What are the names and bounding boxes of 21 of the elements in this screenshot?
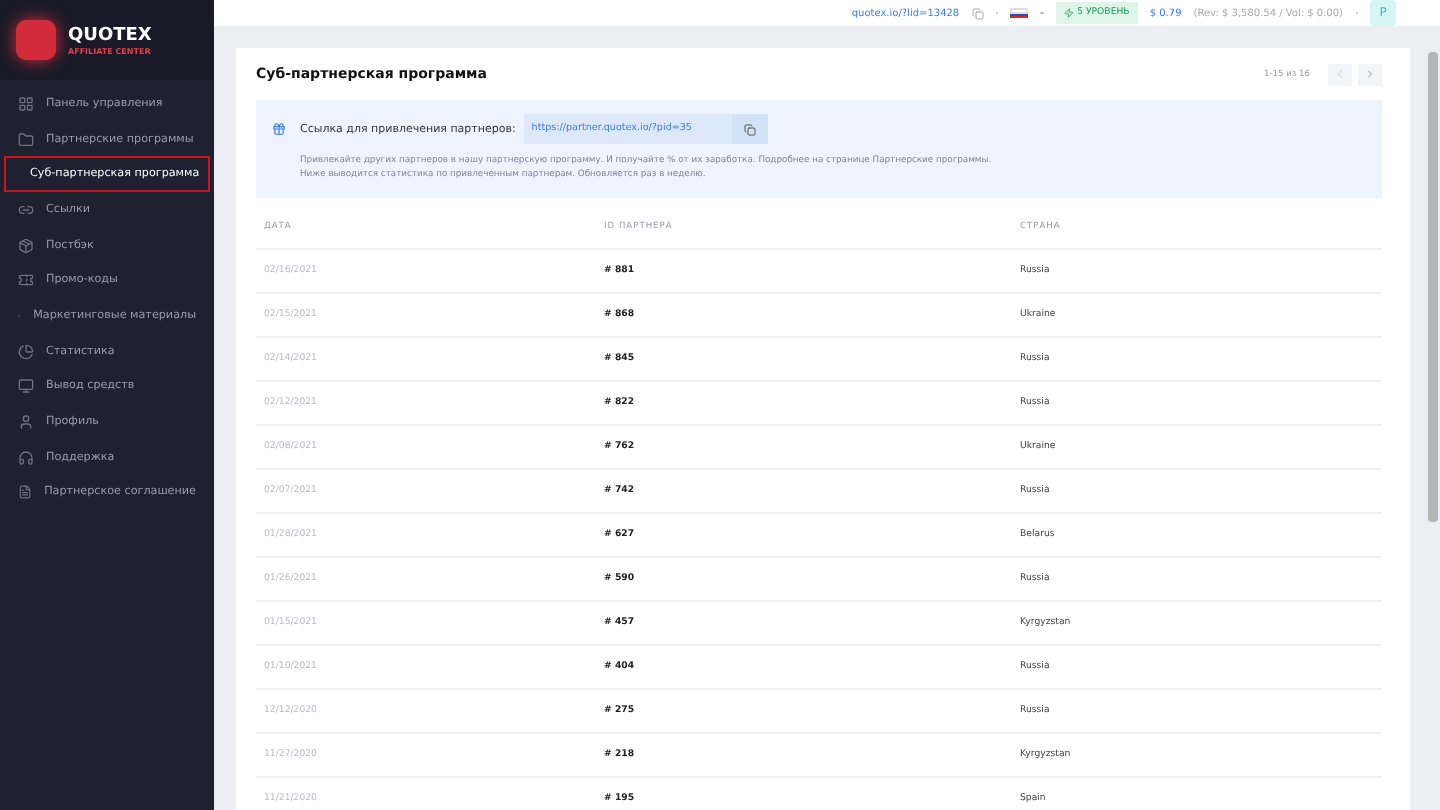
monitor-icon: [18, 378, 34, 395]
pie-chart-icon: [18, 343, 34, 360]
ticket-icon: [18, 272, 34, 289]
user-icon: [18, 414, 34, 431]
document-icon: [18, 484, 33, 501]
chevron-right-icon: [1364, 68, 1376, 80]
copy-icon[interactable]: [971, 7, 984, 19]
logo-icon: [16, 20, 56, 60]
link-icon: [18, 201, 34, 218]
gift-icon: [272, 122, 286, 136]
folder-icon: [18, 131, 34, 148]
headset-icon: [18, 449, 34, 466]
lightning-icon: [1063, 8, 1074, 18]
next-page-button[interactable]: [1358, 63, 1382, 85]
brand-name: QUOTEX: [68, 25, 152, 45]
flag-icon[interactable]: [1010, 7, 1029, 19]
scrollbar-thumb[interactable]: [1428, 52, 1438, 522]
grid-icon: [18, 95, 34, 112]
copy-button[interactable]: [731, 114, 768, 144]
box-icon: [18, 237, 34, 254]
copy-icon: [743, 123, 756, 135]
